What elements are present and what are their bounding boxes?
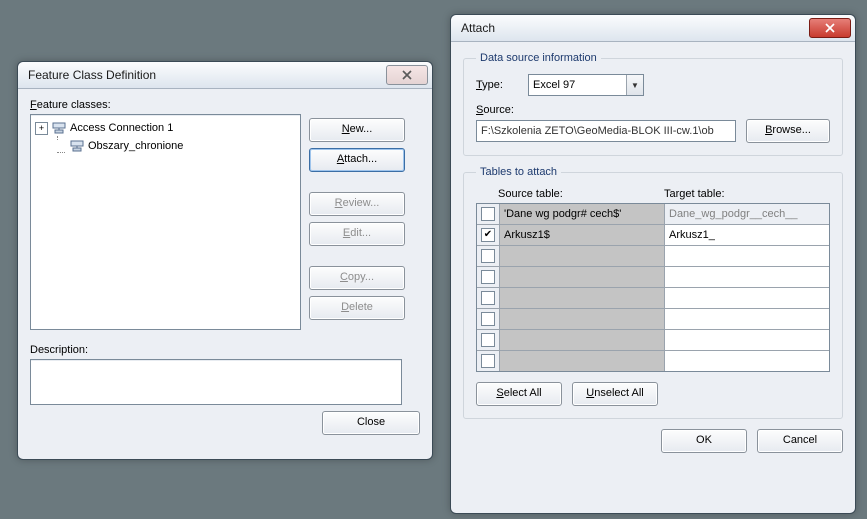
close-icon[interactable] — [809, 18, 851, 38]
source-table-cell[interactable] — [500, 309, 665, 329]
close-icon[interactable] — [386, 65, 428, 85]
table-row[interactable] — [477, 245, 829, 266]
source-table-cell[interactable] — [500, 330, 665, 350]
target-table-cell[interactable] — [665, 309, 829, 329]
row-checkbox-cell — [477, 330, 500, 350]
attach-title: Attach — [461, 21, 809, 35]
close-button[interactable]: Close — [322, 411, 420, 435]
tree-child-item[interactable]: Obszary_chronione — [33, 137, 298, 155]
feature-classes-tree[interactable]: + Access Connection 1 Obszary_chronione — [30, 114, 301, 330]
row-checkbox-cell — [477, 204, 500, 224]
x-icon — [824, 23, 836, 33]
source-label: Source: — [476, 104, 830, 116]
row-checkbox[interactable]: ✔ — [481, 228, 495, 242]
row-checkbox-cell — [477, 288, 500, 308]
tables-to-attach-group: Tables to attach Source table: Target ta… — [463, 166, 843, 419]
feature-classes-label: Feature classes: — [30, 99, 420, 111]
fcd-titlebar[interactable]: Feature Class Definition — [18, 62, 432, 89]
unselect-all-button[interactable]: Unselect All — [572, 382, 658, 406]
attach-titlebar[interactable]: Attach — [451, 15, 855, 42]
row-checkbox[interactable] — [481, 270, 495, 284]
data-source-legend: Data source information — [476, 52, 601, 64]
row-checkbox-cell — [477, 351, 500, 371]
cancel-button[interactable]: Cancel — [757, 429, 843, 453]
chevron-down-icon[interactable]: ▼ — [626, 75, 643, 95]
table-row[interactable] — [477, 308, 829, 329]
target-table-cell: Dane_wg_podgr__cech__ — [665, 204, 829, 224]
source-table-header: Source table: — [498, 188, 664, 200]
target-table-cell[interactable] — [665, 351, 829, 371]
row-checkbox-cell — [477, 267, 500, 287]
type-label: Type: — [476, 79, 520, 91]
attach-window: Attach Data source information Type: Exc… — [450, 14, 856, 514]
tree-child-label: Obszary_chronione — [88, 140, 183, 152]
expand-icon[interactable]: + — [35, 122, 48, 135]
attach-button[interactable]: Attach... — [309, 148, 405, 172]
x-icon — [401, 70, 413, 80]
tree-root-label: Access Connection 1 — [70, 122, 173, 134]
table-row[interactable]: ✔ Arkusz1$Arkusz1_ — [477, 224, 829, 245]
tree-root-item[interactable]: + Access Connection 1 — [33, 119, 298, 137]
edit-button[interactable]: Edit... — [309, 222, 405, 246]
source-table-cell[interactable] — [500, 267, 665, 287]
table-row[interactable] — [477, 287, 829, 308]
source-field[interactable]: F:\Szkolenia ZETO\GeoMedia-BLOK III-cw.1… — [476, 120, 736, 142]
source-table-cell[interactable]: 'Dane wg podgr# cech$' — [500, 204, 665, 224]
fcd-title: Feature Class Definition — [28, 68, 386, 82]
table-row[interactable] — [477, 329, 829, 350]
data-source-group: Data source information Type: Excel 97 ▼… — [463, 52, 843, 156]
connection-icon — [69, 140, 85, 152]
type-value: Excel 97 — [529, 79, 626, 91]
row-checkbox[interactable] — [481, 249, 495, 263]
source-table-cell[interactable] — [500, 246, 665, 266]
target-table-cell[interactable]: Arkusz1_ — [665, 225, 829, 245]
tables-legend: Tables to attach — [476, 166, 561, 178]
ok-button[interactable]: OK — [661, 429, 747, 453]
row-checkbox[interactable] — [481, 354, 495, 368]
new-button[interactable]: New... — [309, 118, 405, 142]
target-table-cell[interactable] — [665, 267, 829, 287]
row-checkbox-cell — [477, 309, 500, 329]
delete-button[interactable]: Delete — [309, 296, 405, 320]
table-row[interactable] — [477, 350, 829, 371]
type-combobox[interactable]: Excel 97 ▼ — [528, 74, 644, 96]
description-field[interactable] — [30, 359, 402, 405]
source-table-cell[interactable]: Arkusz1$ — [500, 225, 665, 245]
row-checkbox[interactable] — [481, 207, 495, 221]
table-row[interactable] — [477, 266, 829, 287]
copy-button[interactable]: Copy... — [309, 266, 405, 290]
select-all-button[interactable]: Select All — [476, 382, 562, 406]
row-checkbox-cell: ✔ — [477, 225, 500, 245]
row-checkbox[interactable] — [481, 291, 495, 305]
review-button[interactable]: Review... — [309, 192, 405, 216]
target-table-cell[interactable] — [665, 330, 829, 350]
tables-grid[interactable]: 'Dane wg podgr# cech$'Dane_wg_podgr__cec… — [476, 203, 830, 372]
browse-button[interactable]: Browse... — [746, 119, 830, 143]
table-row[interactable]: 'Dane wg podgr# cech$'Dane_wg_podgr__cec… — [477, 204, 829, 224]
connection-icon — [51, 122, 67, 134]
source-table-cell[interactable] — [500, 288, 665, 308]
description-label: Description: — [30, 344, 420, 356]
target-table-cell[interactable] — [665, 288, 829, 308]
row-checkbox[interactable] — [481, 333, 495, 347]
row-checkbox[interactable] — [481, 312, 495, 326]
target-table-header: Target table: — [664, 188, 830, 200]
row-checkbox-cell — [477, 246, 500, 266]
feature-class-definition-window: Feature Class Definition Feature classes… — [17, 61, 433, 460]
source-table-cell[interactable] — [500, 351, 665, 371]
target-table-cell[interactable] — [665, 246, 829, 266]
